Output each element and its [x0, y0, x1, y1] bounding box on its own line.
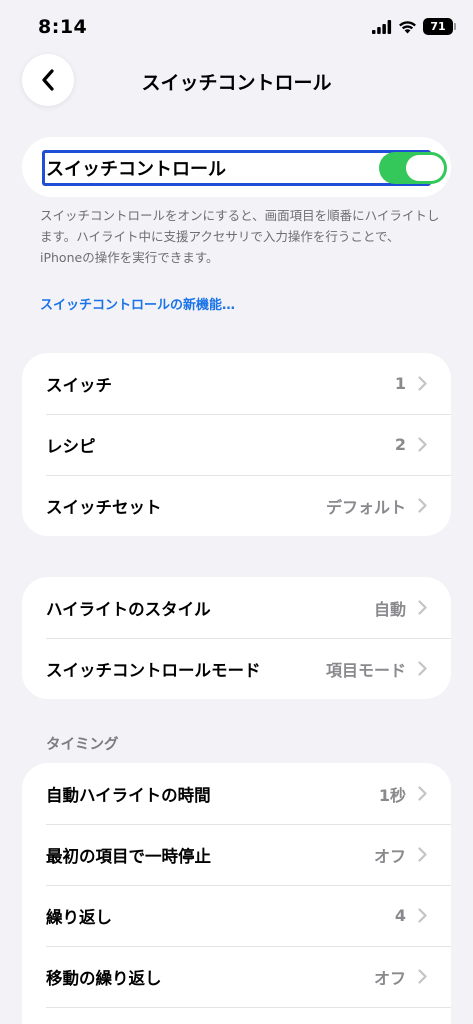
row-move-repeat[interactable]: 移動の繰り返し オフ — [22, 946, 451, 1007]
screen: 8:14 71 スイッチコントロール スイッチコントロール スイッチコントロール… — [0, 0, 473, 1024]
row-label: 最初の項目で一時停止 — [46, 846, 211, 866]
status-icons: 71 — [372, 18, 456, 35]
row-value: 4 — [394, 906, 406, 925]
switch-control-label: スイッチコントロール — [46, 159, 226, 180]
row-switches[interactable]: スイッチ 1 — [22, 353, 451, 414]
row-label: スイッチ — [46, 375, 112, 395]
chevron-right-icon — [418, 600, 427, 615]
row-highlight-style[interactable]: ハイライトのスタイル 自動 — [22, 577, 451, 638]
chevron-right-icon — [418, 661, 427, 676]
chevron-right-icon — [418, 969, 427, 984]
row-label: ハイライトのスタイル — [46, 599, 211, 619]
row-label: レシピ — [46, 436, 96, 456]
row-pause-on-first-item[interactable]: 最初の項目で一時停止 オフ — [22, 824, 451, 885]
row-value: オフ — [373, 846, 406, 866]
row-label: スイッチコントロールモード — [46, 660, 261, 680]
chevron-right-icon — [418, 847, 427, 862]
row-value: 2 — [394, 435, 406, 454]
chevron-right-icon — [418, 786, 427, 801]
row-switch-control-mode[interactable]: スイッチコントロールモード 項目モード — [22, 638, 451, 699]
timing-group: 自動ハイライトの時間 1秒 最初の項目で一時停止 オフ 繰り返し 4 移動の繰り… — [22, 763, 451, 1024]
row-value: 1 — [394, 374, 406, 393]
row-value: 項目モード — [325, 660, 406, 680]
chevron-right-icon — [418, 437, 427, 452]
chevron-right-icon — [418, 376, 427, 391]
row-auto-highlight-time[interactable]: 自動ハイライトの時間 1秒 — [22, 763, 451, 824]
status-time: 8:14 — [38, 16, 88, 38]
row-value: 1秒 — [378, 785, 406, 805]
row-label: 繰り返し — [46, 907, 112, 927]
row-recipes[interactable]: レシピ 2 — [22, 414, 451, 475]
row-value: デフォルト — [325, 497, 406, 517]
description-text: スイッチコントロールをオンにすると、画面項目を順番にハイライトします。ハイライト… — [40, 208, 440, 265]
battery-level: 71 — [430, 20, 446, 33]
status-bar: 8:14 71 — [0, 0, 473, 56]
switch-control-toggle[interactable] — [379, 152, 447, 184]
row-label: スイッチセット — [46, 497, 162, 517]
switches-group: スイッチ 1 レシピ 2 スイッチセット デフォルト — [22, 353, 451, 536]
row-label: 移動の繰り返し — [46, 968, 162, 988]
new-features-link[interactable]: スイッチコントロールの新機能… — [40, 294, 235, 313]
row-value: オフ — [373, 968, 406, 988]
row-value: 自動 — [373, 599, 406, 619]
row-loops[interactable]: 繰り返し 4 — [22, 885, 451, 946]
row-partial[interactable] — [22, 1007, 451, 1024]
chevron-right-icon — [418, 498, 427, 513]
chevron-right-icon — [418, 908, 427, 923]
highlight-group: ハイライトのスタイル 自動 スイッチコントロールモード 項目モード — [22, 577, 451, 699]
signal-icon — [372, 19, 392, 34]
battery-icon: 71 — [423, 18, 456, 35]
timing-section-header: タイミング — [46, 737, 119, 753]
row-label: 自動ハイライトの時間 — [46, 785, 211, 805]
switch-control-toggle-row[interactable]: スイッチコントロール — [22, 137, 451, 197]
wifi-icon — [399, 20, 416, 33]
toggle-knob — [406, 155, 444, 181]
row-switch-sets[interactable]: スイッチセット デフォルト — [22, 475, 451, 536]
page-title: スイッチコントロール — [141, 72, 332, 94]
